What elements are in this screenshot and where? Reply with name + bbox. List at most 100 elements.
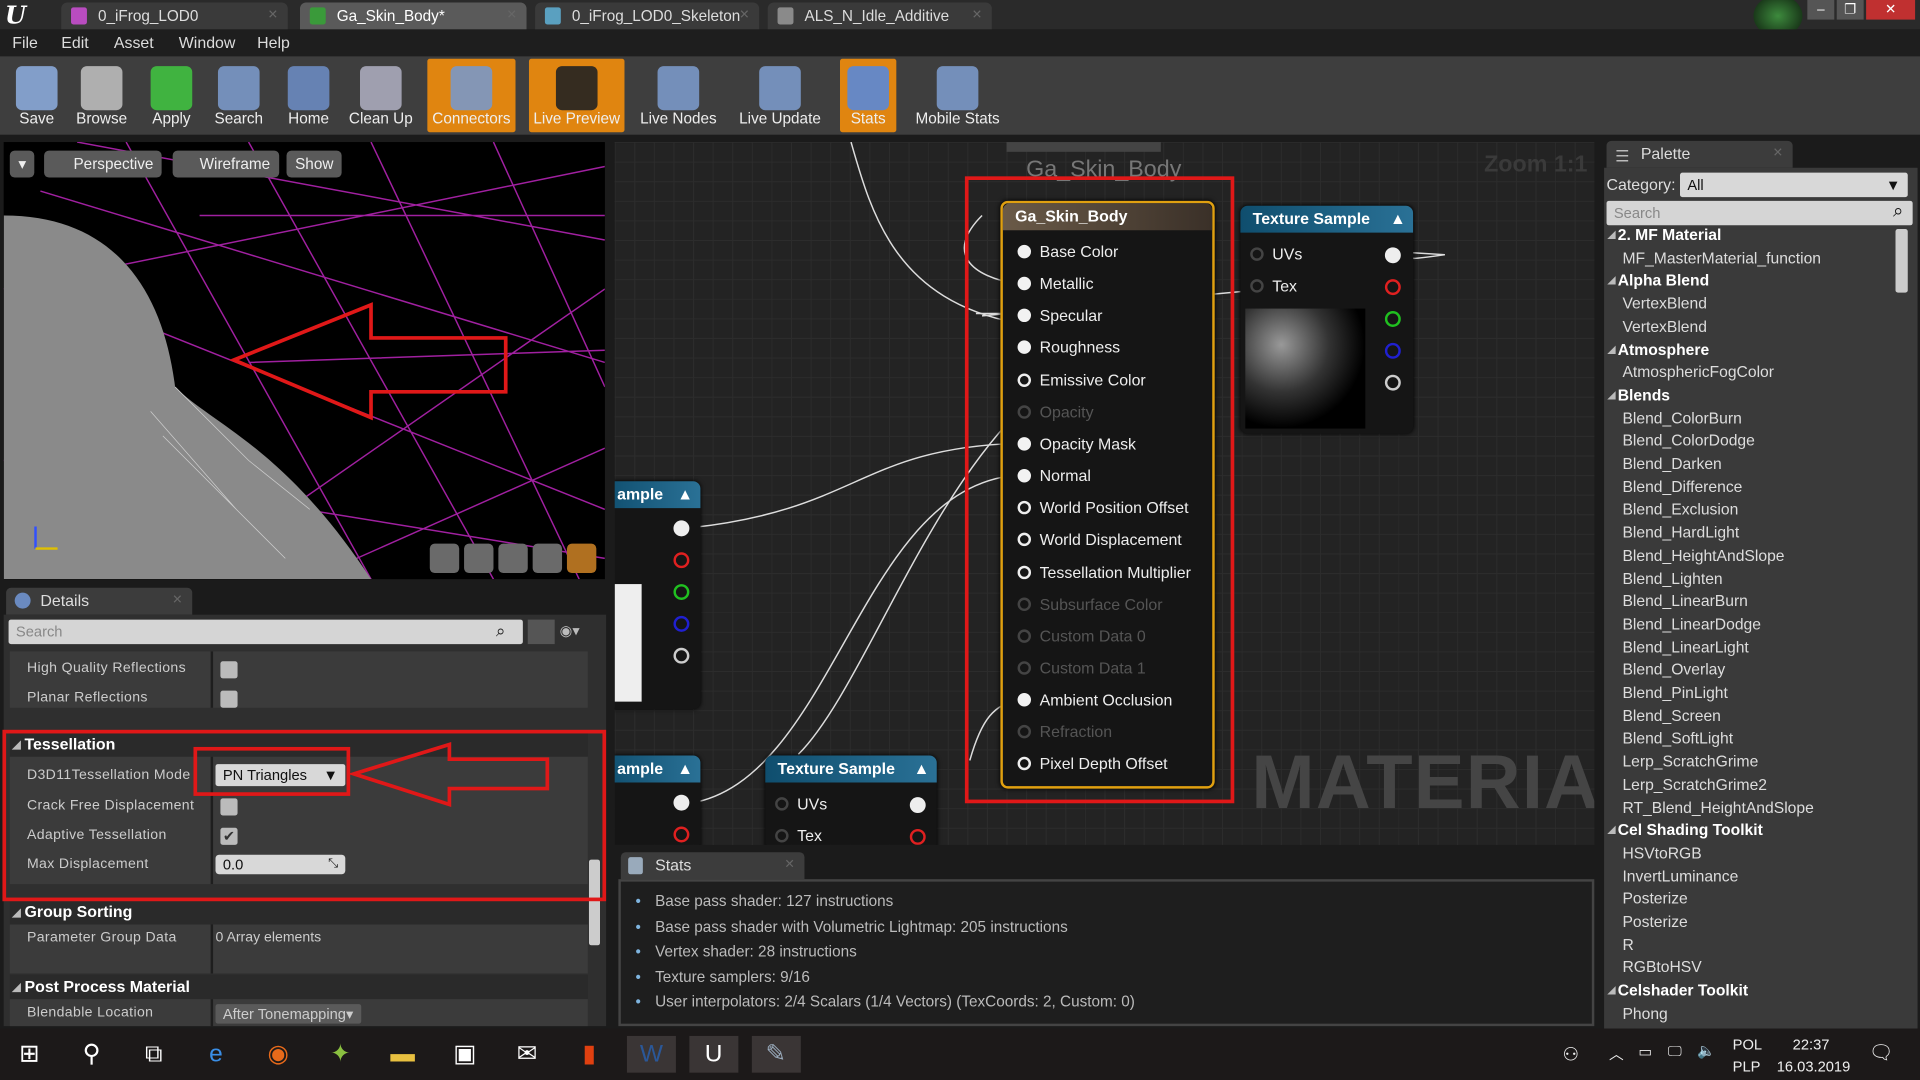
document-tab[interactable]: ALS_N_Idle_Additive ✕ [767,2,992,30]
output-pin-r[interactable] [909,828,926,845]
collapse-icon[interactable]: ▲ [677,481,693,508]
palette-item[interactable]: Blend_Exclusion [1622,500,1738,518]
pin-connector-icon[interactable] [1017,340,1032,355]
output-pin-r[interactable] [1384,279,1401,296]
details-search-input[interactable]: Search [8,619,523,645]
eye-visibility-icon[interactable]: ◉▾ [560,622,580,639]
close-tab-icon[interactable]: ✕ [268,2,278,29]
menu-asset[interactable]: Asset [114,33,154,51]
palette-item[interactable]: Blend_Screen [1622,706,1720,724]
clean-up-button[interactable]: Clean Up [343,59,419,132]
palette-item[interactable]: Blend_HardLight [1622,523,1739,541]
office-icon[interactable]: ▮ [565,1036,614,1073]
palette-item[interactable]: MF_MasterMaterial_function [1622,248,1821,266]
close-tab-icon[interactable]: ✕ [784,852,794,879]
palette-category[interactable]: Cel Shading Toolkit [1608,821,1763,839]
output-pin-r[interactable] [673,552,690,569]
pin-connector-icon[interactable] [1017,725,1032,739]
palette-item[interactable]: Blend_SoftLight [1622,729,1733,747]
output-pin-g[interactable] [1384,311,1401,327]
material-result-node[interactable]: Ga_Skin_Body Base Color Metallic Specular R… [1000,200,1215,789]
paint-icon[interactable]: ✎ [751,1035,801,1073]
palette-item[interactable]: Blend_Difference [1622,477,1742,495]
collapse-icon[interactable]: ▲ [1390,206,1406,233]
category-dropdown[interactable]: All ▼ [1680,172,1908,198]
edge-icon[interactable]: e [191,1036,240,1073]
details-tab[interactable]: Details ✕ [6,587,193,615]
palette-item[interactable]: VertexBlend [1622,294,1707,312]
sphere-preview-icon[interactable] [464,543,494,574]
output-pin-a[interactable] [673,647,690,664]
close-tab-icon[interactable]: ✕ [739,2,749,29]
palette-item[interactable]: Posterize [1622,889,1687,907]
connectors-button[interactable]: Connectors [427,58,516,133]
texture-sample-node-partial[interactable]: ample ▲ [614,481,701,709]
live-update-button[interactable]: Live Update [732,59,828,132]
pin-connector-icon[interactable] [1017,276,1032,291]
document-tab[interactable]: 0_iFrog_LOD0_Skeleton ✕ [535,2,760,30]
stats-button[interactable]: Stats [840,58,897,133]
network-icon[interactable]: 🖵 [1668,1042,1682,1060]
pin-connector-icon[interactable] [1017,501,1032,515]
palette-item[interactable]: Posterize [1622,912,1687,930]
output-pin-rgb[interactable] [909,797,926,814]
planar-reflections-checkbox[interactable] [220,690,238,708]
close-tab-icon[interactable]: ✕ [972,2,982,29]
start-icon[interactable]: ⊞ [5,1036,54,1073]
close-button[interactable]: ✕ [1866,0,1916,20]
document-tab[interactable]: 0_iFrog_LOD0 ✕ [61,2,288,30]
palette-item[interactable]: Blend_LinearLight [1622,637,1748,655]
palette-category[interactable]: 2. MF Material [1608,225,1722,243]
palette-item[interactable]: Blend_Darken [1622,454,1721,472]
word-icon[interactable]: W [626,1035,676,1073]
pin-connector-icon[interactable] [1017,757,1032,771]
mobile-stats-button[interactable]: Mobile Stats [906,59,1009,132]
close-tab-icon[interactable]: ✕ [172,588,182,615]
palette-category[interactable]: Blends [1608,386,1670,404]
battery-icon[interactable]: ▭ [1638,1043,1652,1060]
maximize-button[interactable]: ❐ [1836,0,1864,20]
palette-category[interactable]: Alpha Blend [1608,271,1709,289]
palette-item[interactable]: Blend_LinearBurn [1622,592,1747,610]
palette-item[interactable]: R [1622,935,1633,953]
pin-connector-icon[interactable] [1017,244,1032,259]
palette-item[interactable]: Phong [1622,1004,1667,1022]
texture-sample-node[interactable]: Texture Sample ▲ UVs Tex [765,755,937,845]
menu-window[interactable]: Window [179,33,236,51]
wireframe-button[interactable]: Wireframe [172,150,279,178]
menu-help[interactable]: Help [257,33,290,51]
clock-time[interactable]: 22:37 [1793,1036,1830,1053]
language-indicator[interactable]: POL [1733,1036,1762,1053]
palette-category[interactable]: Celshader Toolkit [1608,981,1748,999]
live-nodes-button[interactable]: Live Nodes [634,59,722,132]
action-center-icon[interactable]: 🗨 [1869,1041,1894,1065]
output-pin-b[interactable] [1384,342,1401,359]
stats-tab[interactable]: Stats ✕ [620,852,805,880]
output-pin-r[interactable] [673,826,690,843]
group-sorting-section-header[interactable]: ◢ Group Sorting [9,900,588,925]
palette-item[interactable]: InvertLuminance [1622,866,1738,884]
pin-connector-icon[interactable] [1017,533,1032,547]
minimize-button[interactable]: – [1807,0,1835,20]
cube-preview-icon[interactable] [532,543,563,574]
firefox-icon[interactable]: ◉ [254,1036,303,1073]
output-pin-a[interactable] [1384,374,1401,391]
cylinder-preview-icon[interactable] [429,543,460,574]
palette-search-input[interactable]: Search [1606,200,1913,226]
output-pin-rgb[interactable] [673,520,690,537]
texture-sample-node[interactable]: Texture Sample ▲ UVs Tex [1240,205,1414,434]
palette-item[interactable]: Lerp_ScratchGrime2 [1622,775,1767,793]
palette-item[interactable]: HSVtoRGB [1622,844,1701,862]
pin-connector-icon[interactable] [1017,308,1032,323]
unreal-engine-icon[interactable]: U [689,1035,739,1073]
material-graph-canvas[interactable]: Zoom 1:1 MATERIAL Ga_Skin_Body Ga_Skin_B… [614,142,1595,845]
keyboard-layout-indicator[interactable]: PLP [1733,1058,1761,1075]
pin-connector-icon[interactable] [1017,405,1032,419]
palette-item[interactable]: RGBtoHSV [1622,958,1701,976]
save-button[interactable]: Save [5,59,69,132]
browse-button[interactable]: Browse [70,59,134,132]
collapse-icon[interactable]: ▲ [914,756,930,783]
pin-connector-icon[interactable] [1017,469,1032,483]
output-pin-b[interactable] [673,615,690,632]
clock-date[interactable]: 16.03.2019 [1777,1058,1851,1075]
